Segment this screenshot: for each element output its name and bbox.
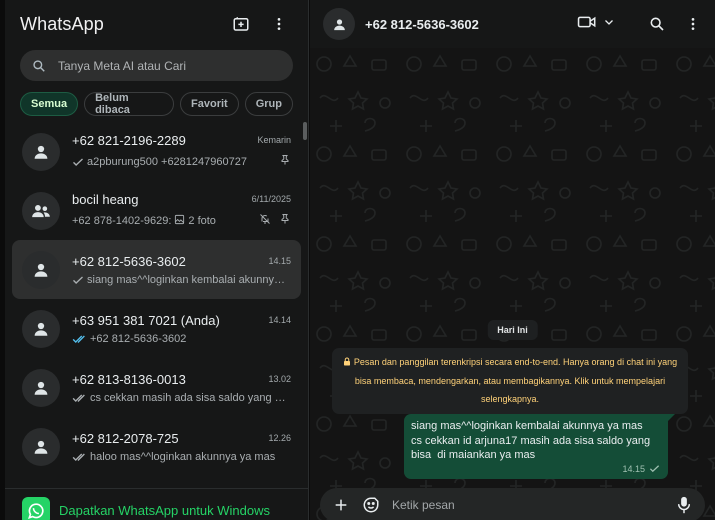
chat-time: 14.14 (268, 315, 291, 325)
outgoing-message[interactable]: siang mas^^loginkan kembalai akunnya ya … (404, 414, 675, 479)
person-icon (34, 440, 48, 454)
person-icon (34, 322, 48, 336)
avatar (22, 368, 60, 407)
single-check-icon (649, 464, 660, 475)
chat-preview: +62 812-5636-3602 (90, 332, 187, 345)
avatar (22, 250, 60, 289)
chat-name: bocil heang (72, 191, 139, 207)
conversation-panel: +62 812-5636-3602 Hari Ini Pesan dan pan… (310, 0, 715, 520)
chat-name: +62 821-2196-2289 (72, 132, 186, 148)
search-icon[interactable] (645, 12, 669, 36)
search-bar[interactable] (20, 50, 293, 81)
chat-item[interactable]: +62 813-8136-0013 13.02 cs cekkan masih … (12, 358, 301, 417)
chat-list-scrollbar[interactable] (303, 122, 307, 140)
app-title: WhatsApp (20, 13, 104, 34)
chat-preview: siang mas^^loginkan kembalai akunnya ya … (87, 273, 291, 286)
microphone-icon[interactable] (673, 494, 695, 516)
encryption-notice[interactable]: Pesan dan panggilan terenkripsi secara e… (332, 348, 688, 414)
filter-chip-semua[interactable]: Semua (20, 92, 79, 116)
contact-name[interactable]: +62 812-5636-3602 (365, 17, 577, 32)
filter-chip-favorit[interactable]: Favorit (180, 92, 239, 116)
person-icon (333, 18, 345, 30)
person-icon (34, 381, 48, 395)
chat-item[interactable]: bocil heang 6/11/2025 +62 878-1402-9629:… (12, 181, 301, 240)
new-chat-icon[interactable] (227, 10, 255, 38)
conversation-header: +62 812-5636-3602 (310, 0, 715, 48)
chat-item[interactable]: +63 951 381 7021 (Anda) 14.14 +62 812-56… (12, 299, 301, 358)
chat-time: 6/11/2025 (251, 194, 291, 204)
chat-name: +62 812-5636-3602 (72, 253, 186, 269)
lock-icon (343, 354, 351, 372)
double-check-icon (72, 393, 87, 403)
avatar (22, 132, 60, 171)
single-check-icon (72, 275, 84, 285)
pin-icon (279, 212, 291, 230)
sticker-emoji-icon[interactable] (360, 494, 382, 516)
person-icon (34, 263, 48, 277)
avatar (22, 309, 60, 348)
filter-chip-grup[interactable]: Grup (244, 92, 293, 116)
chat-time: 13.02 (268, 374, 291, 384)
date-divider: Hari Ini (487, 320, 538, 340)
pin-icon (279, 153, 291, 171)
plus-icon[interactable] (330, 494, 352, 516)
promo-text: Dapatkan WhatsApp untuk Windows (59, 503, 270, 518)
video-camera-icon (577, 14, 597, 35)
menu-kebab-icon[interactable] (681, 12, 705, 36)
get-windows-app-banner[interactable]: Dapatkan WhatsApp untuk Windows (5, 488, 308, 520)
whatsapp-logo-icon (22, 496, 50, 520)
filter-chips: Semua Belum dibaca Favorit Grup (5, 81, 308, 124)
chat-item-selected[interactable]: +62 812-5636-3602 14.15 siang mas^^login… (12, 240, 301, 299)
muted-bell-icon (259, 212, 271, 230)
avatar (22, 191, 60, 230)
search-icon (32, 58, 48, 74)
chat-preview: a2pburung500 +6281247960727 (87, 155, 247, 168)
avatar[interactable] (323, 8, 355, 40)
chat-time: 14.15 (268, 256, 291, 266)
chat-time: Kemarin (257, 135, 291, 145)
double-check-icon (72, 452, 87, 462)
chat-name: +62 812-2078-725 (72, 430, 179, 446)
single-check-icon (72, 157, 84, 167)
video-call-button[interactable] (577, 14, 615, 35)
chat-preview: 2 foto (188, 214, 216, 227)
chat-item[interactable]: +62 812-2078-725 12.26 haloo mas^^logink… (12, 417, 301, 476)
message-time: 14.15 (622, 464, 645, 474)
avatar (22, 427, 60, 466)
group-icon (32, 204, 50, 217)
chevron-down-icon (603, 15, 615, 33)
message-input[interactable] (392, 498, 673, 512)
search-input[interactable] (58, 58, 281, 73)
person-icon (34, 145, 48, 159)
filter-chip-belum-dibaca[interactable]: Belum dibaca (84, 92, 175, 116)
menu-kebab-icon[interactable] (265, 10, 293, 38)
chat-preview: cs cekkan masih ada sisa saldo yang bisa… (90, 391, 291, 404)
chat-preview-sender: +62 878-1402-9629: (72, 214, 172, 227)
double-check-read-icon (72, 334, 87, 344)
photo-icon (174, 214, 185, 228)
sidebar-header: WhatsApp (5, 0, 308, 48)
chat-list-panel: WhatsApp Semua Belum dibaca Favorit Grup… (5, 0, 309, 520)
message-text: siang mas^^loginkan kembalai akunnya ya … (411, 420, 651, 461)
chat-time: 12.26 (268, 433, 291, 443)
encryption-notice-text: Pesan dan panggilan terenkripsi secara e… (353, 357, 678, 404)
chat-name: +63 951 381 7021 (Anda) (72, 312, 220, 328)
chat-list: +62 821-2196-2289 Kemarin a2pburung500 +… (5, 122, 308, 488)
chat-preview: haloo mas^^loginkan akunnya ya mas (90, 450, 276, 463)
chat-name: +62 813-8136-0013 (72, 371, 186, 387)
message-composer (320, 488, 705, 520)
chat-item[interactable]: +62 821-2196-2289 Kemarin a2pburung500 +… (12, 122, 301, 181)
